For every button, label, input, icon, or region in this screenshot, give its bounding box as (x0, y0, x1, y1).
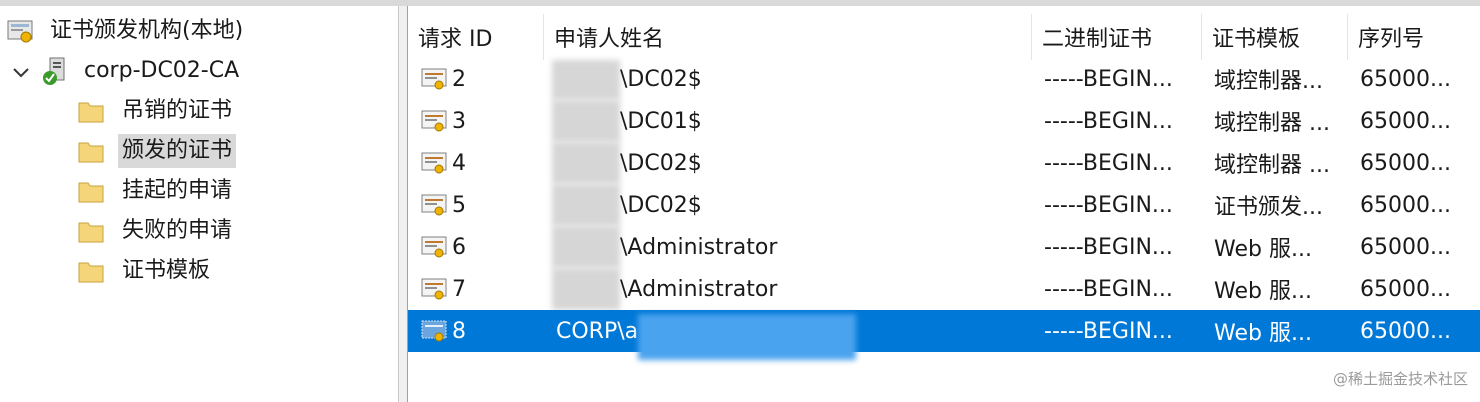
table-row[interactable]: 4 \DC02$ -----BEGIN... 域控制器 ... 65000... (408, 142, 1480, 184)
binary-certificate: -----BEGIN... (1044, 276, 1173, 302)
table-row[interactable]: 6 \Administrator -----BEGIN... Web 服... … (408, 226, 1480, 268)
binary-certificate: -----BEGIN... (1044, 108, 1173, 134)
redacted-text (638, 314, 856, 360)
serial-number: 65000... (1360, 150, 1451, 176)
certificate-template: 域控制器 ... (1214, 111, 1330, 136)
certificate-icon (421, 194, 447, 216)
request-id: 5 (452, 192, 466, 218)
table-row[interactable]: 3 \DC01$ -----BEGIN... 域控制器 ... 65000... (408, 100, 1480, 142)
list-header: 请求 ID 申请人姓名 二进制证书 证书模板 序列号 (408, 14, 1480, 60)
tree-item-label: 吊销的证书 (122, 98, 233, 123)
redacted-text (552, 100, 620, 142)
certificate-icon (421, 278, 447, 300)
redacted-text (552, 226, 620, 268)
serial-number: 65000... (1360, 318, 1451, 344)
request-id: 6 (452, 234, 466, 260)
folder-icon (78, 222, 104, 243)
request-id: 7 (452, 276, 466, 302)
tree-item-failed-requests[interactable]: 失败的申请 (78, 212, 236, 250)
folder-icon (78, 142, 104, 163)
table-row[interactable]: 5 \DC02$ -----BEGIN... 证书颁发... 65000... (408, 184, 1480, 226)
binary-certificate: -----BEGIN... (1044, 192, 1173, 218)
table-row[interactable]: 2 \DC02$ -----BEGIN... 域控制器... 65000... (408, 58, 1480, 100)
tree-item-revoked-certificates[interactable]: 吊销的证书 (78, 92, 236, 130)
tree-item-pending-requests[interactable]: 挂起的申请 (78, 172, 236, 210)
certificate-template: Web 服... (1214, 237, 1312, 262)
certificate-icon (421, 236, 447, 258)
redacted-text (552, 268, 620, 310)
folder-icon (78, 262, 104, 283)
console-tree: 证书颁发机构(本地) corp-DC02-CA 吊销的证书 颁发的证书 挂起的申… (0, 6, 398, 402)
tree-item-label: 证书模板 (122, 258, 211, 283)
certificate-icon (421, 320, 447, 342)
request-id: 8 (452, 318, 466, 344)
requester-name: \DC02$ (620, 192, 702, 218)
tree-item-ca[interactable]: corp-DC02-CA (40, 52, 243, 90)
certificate-icon (421, 68, 447, 90)
column-header-serial-number[interactable]: 序列号 (1348, 14, 1480, 60)
table-row[interactable]: 7 \Administrator -----BEGIN... Web 服... … (408, 268, 1480, 310)
certificate-icon (421, 152, 447, 174)
certificate-icon (421, 110, 447, 132)
redacted-text (552, 184, 620, 226)
requester-name: \Administrator (620, 276, 778, 302)
certificate-template: 证书颁发... (1214, 195, 1323, 220)
serial-number: 65000... (1360, 66, 1451, 92)
requester-name: \DC02$ (620, 66, 702, 92)
tree-ca-label: corp-DC02-CA (84, 58, 240, 83)
certificate-template: 域控制器... (1214, 69, 1323, 94)
serial-number: 65000... (1360, 192, 1451, 218)
certificate-template: Web 服... (1214, 279, 1312, 304)
certificate-list: 请求 ID 申请人姓名 二进制证书 证书模板 序列号 2 \DC02$ ----… (408, 6, 1480, 402)
folder-icon (78, 182, 104, 203)
binary-certificate: -----BEGIN... (1044, 66, 1173, 92)
requester-name: CORP\a (556, 318, 639, 344)
table-row-selected[interactable]: 8 CORP\a -----BEGIN... Web 服... 65000... (408, 310, 1480, 360)
column-header-request-id[interactable]: 请求 ID (408, 14, 544, 60)
pane-splitter[interactable] (398, 6, 408, 402)
certification-authority-icon (7, 20, 33, 43)
requester-name: \Administrator (620, 234, 778, 260)
column-header-certificate-template[interactable]: 证书模板 (1202, 14, 1348, 60)
tree-item-certificate-templates[interactable]: 证书模板 (78, 252, 214, 290)
requester-name: \DC02$ (620, 150, 702, 176)
tree-root-certification-authority[interactable]: 证书颁发机构(本地) (6, 12, 247, 50)
redacted-text (552, 60, 620, 100)
chevron-down-icon[interactable] (10, 62, 32, 84)
binary-certificate: -----BEGIN... (1044, 318, 1173, 344)
server-ca-icon (43, 57, 65, 85)
certificate-template: Web 服... (1214, 321, 1312, 346)
requester-name: \DC01$ (620, 108, 702, 134)
tree-item-issued-certificates[interactable]: 颁发的证书 (78, 132, 237, 170)
tree-item-label: 失败的申请 (122, 218, 233, 243)
redacted-text (552, 142, 620, 184)
column-header-requester-name[interactable]: 申请人姓名 (544, 14, 1032, 60)
tree-root-label: 证书颁发机构(本地) (50, 18, 244, 43)
certificate-template: 域控制器 ... (1214, 153, 1330, 178)
request-id: 4 (452, 150, 466, 176)
serial-number: 65000... (1360, 108, 1451, 134)
tree-item-label: 颁发的证书 (118, 134, 237, 168)
request-id: 2 (452, 66, 466, 92)
column-header-binary-certificate[interactable]: 二进制证书 (1032, 14, 1202, 60)
request-id: 3 (452, 108, 466, 134)
binary-certificate: -----BEGIN... (1044, 234, 1173, 260)
tree-item-label: 挂起的申请 (122, 178, 233, 203)
serial-number: 65000... (1360, 234, 1451, 260)
binary-certificate: -----BEGIN... (1044, 150, 1173, 176)
watermark: @稀土掘金技术社区 (1332, 370, 1468, 388)
serial-number: 65000... (1360, 276, 1451, 302)
folder-icon (78, 102, 104, 123)
